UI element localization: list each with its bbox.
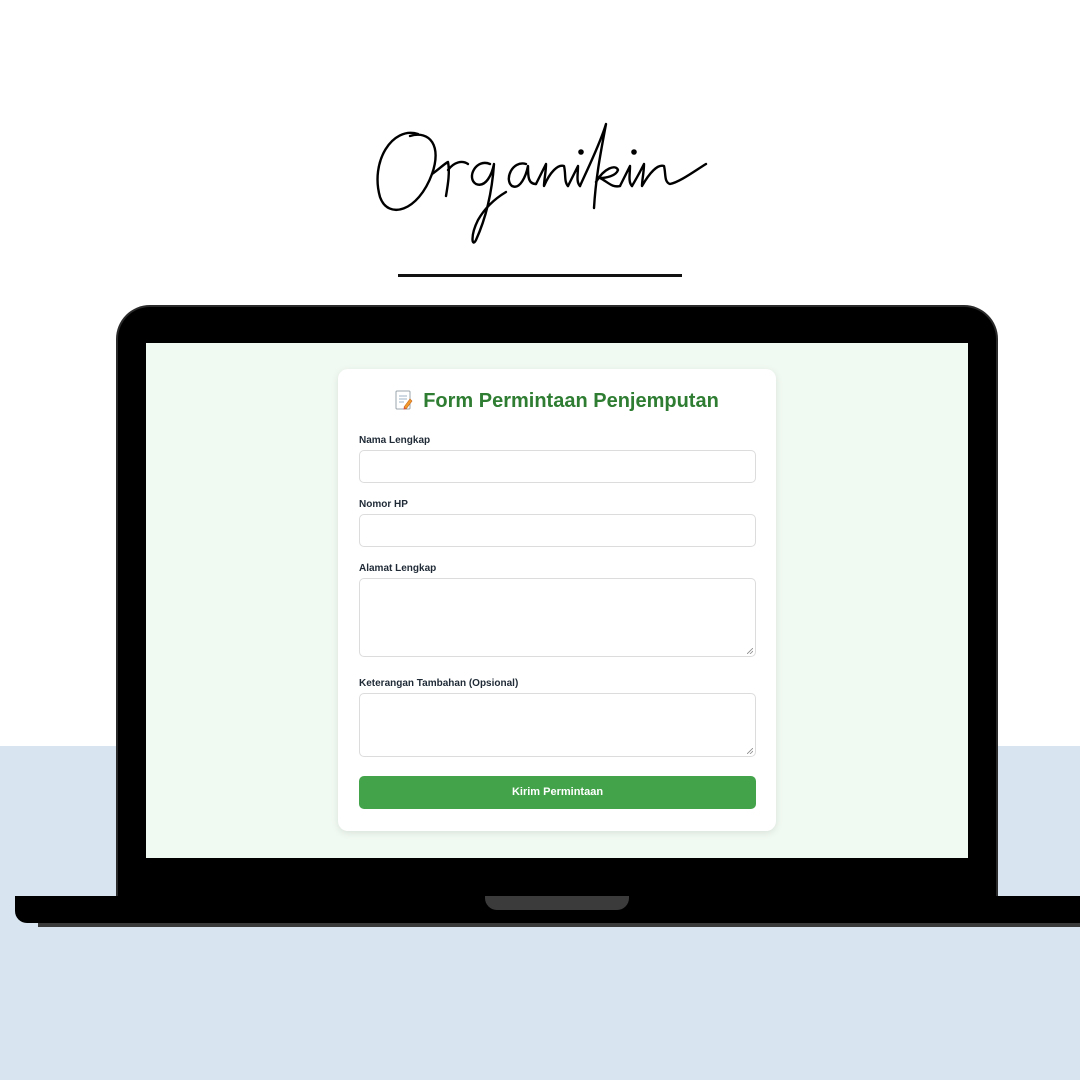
pickup-request-form: Form Permintaan Penjemputan Nama Lengkap… [338, 369, 776, 831]
form-title: Form Permintaan Penjemputan [338, 389, 776, 413]
brand-underline [398, 274, 682, 277]
address-textarea[interactable] [359, 578, 756, 657]
phone-number-label: Nomor HP [359, 499, 408, 510]
notes-label: Keterangan Tambahan (Opsional) [359, 678, 519, 689]
form-title-text: Form Permintaan Penjemputan [423, 390, 719, 412]
laptop-notch [485, 896, 629, 910]
resize-grip-icon[interactable] [747, 648, 753, 654]
phone-number-input[interactable] [359, 514, 756, 547]
submit-request-button[interactable]: Kirim Permintaan [359, 776, 756, 809]
organikin-logo [376, 122, 708, 244]
memo-icon [395, 390, 413, 410]
full-name-input[interactable] [359, 450, 756, 483]
laptop-screen: Form Permintaan Penjemputan Nama Lengkap… [146, 343, 968, 858]
address-label: Alamat Lengkap [359, 563, 437, 574]
full-name-label: Nama Lengkap [359, 435, 431, 446]
resize-grip-icon[interactable] [747, 748, 753, 754]
notes-textarea[interactable] [359, 693, 756, 757]
